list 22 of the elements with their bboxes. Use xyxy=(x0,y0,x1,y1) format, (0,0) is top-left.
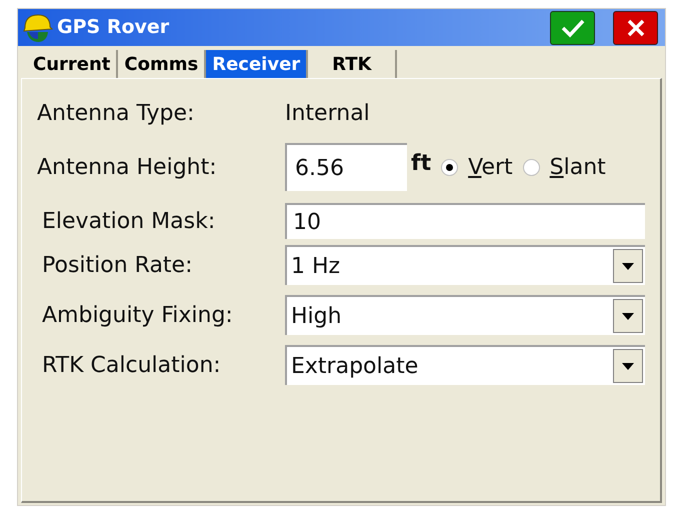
field-label: Elevation Mask: xyxy=(42,208,216,236)
close-button[interactable] xyxy=(613,10,658,44)
field-label: Ambiguity Fixing: xyxy=(42,302,234,330)
dropdown[interactable]: 1 Hz xyxy=(285,245,645,285)
field-label: Antenna Type: xyxy=(37,100,196,128)
ok-button[interactable] xyxy=(550,10,595,44)
radio-button[interactable]: Slant xyxy=(522,150,606,184)
field-label: Antenna Height: xyxy=(37,154,218,182)
window-title: GPS Rover xyxy=(57,15,170,40)
close-icon xyxy=(626,18,646,38)
input-field[interactable]: 10 xyxy=(285,203,645,239)
unit-label: ft xyxy=(411,150,432,178)
dropdown[interactable]: High xyxy=(285,295,645,335)
field-label: Position Rate: xyxy=(42,252,194,280)
check-icon xyxy=(560,18,586,38)
tab[interactable]: Receiver xyxy=(206,50,308,78)
field-label: RTK Calculation: xyxy=(42,352,222,380)
dropdown[interactable]: Extrapolate xyxy=(285,345,645,385)
input-field[interactable]: 6.56 xyxy=(285,143,407,191)
radio-button[interactable]: Vert xyxy=(441,150,513,184)
helmet-icon xyxy=(21,12,53,44)
field-value: Internal xyxy=(285,100,370,128)
